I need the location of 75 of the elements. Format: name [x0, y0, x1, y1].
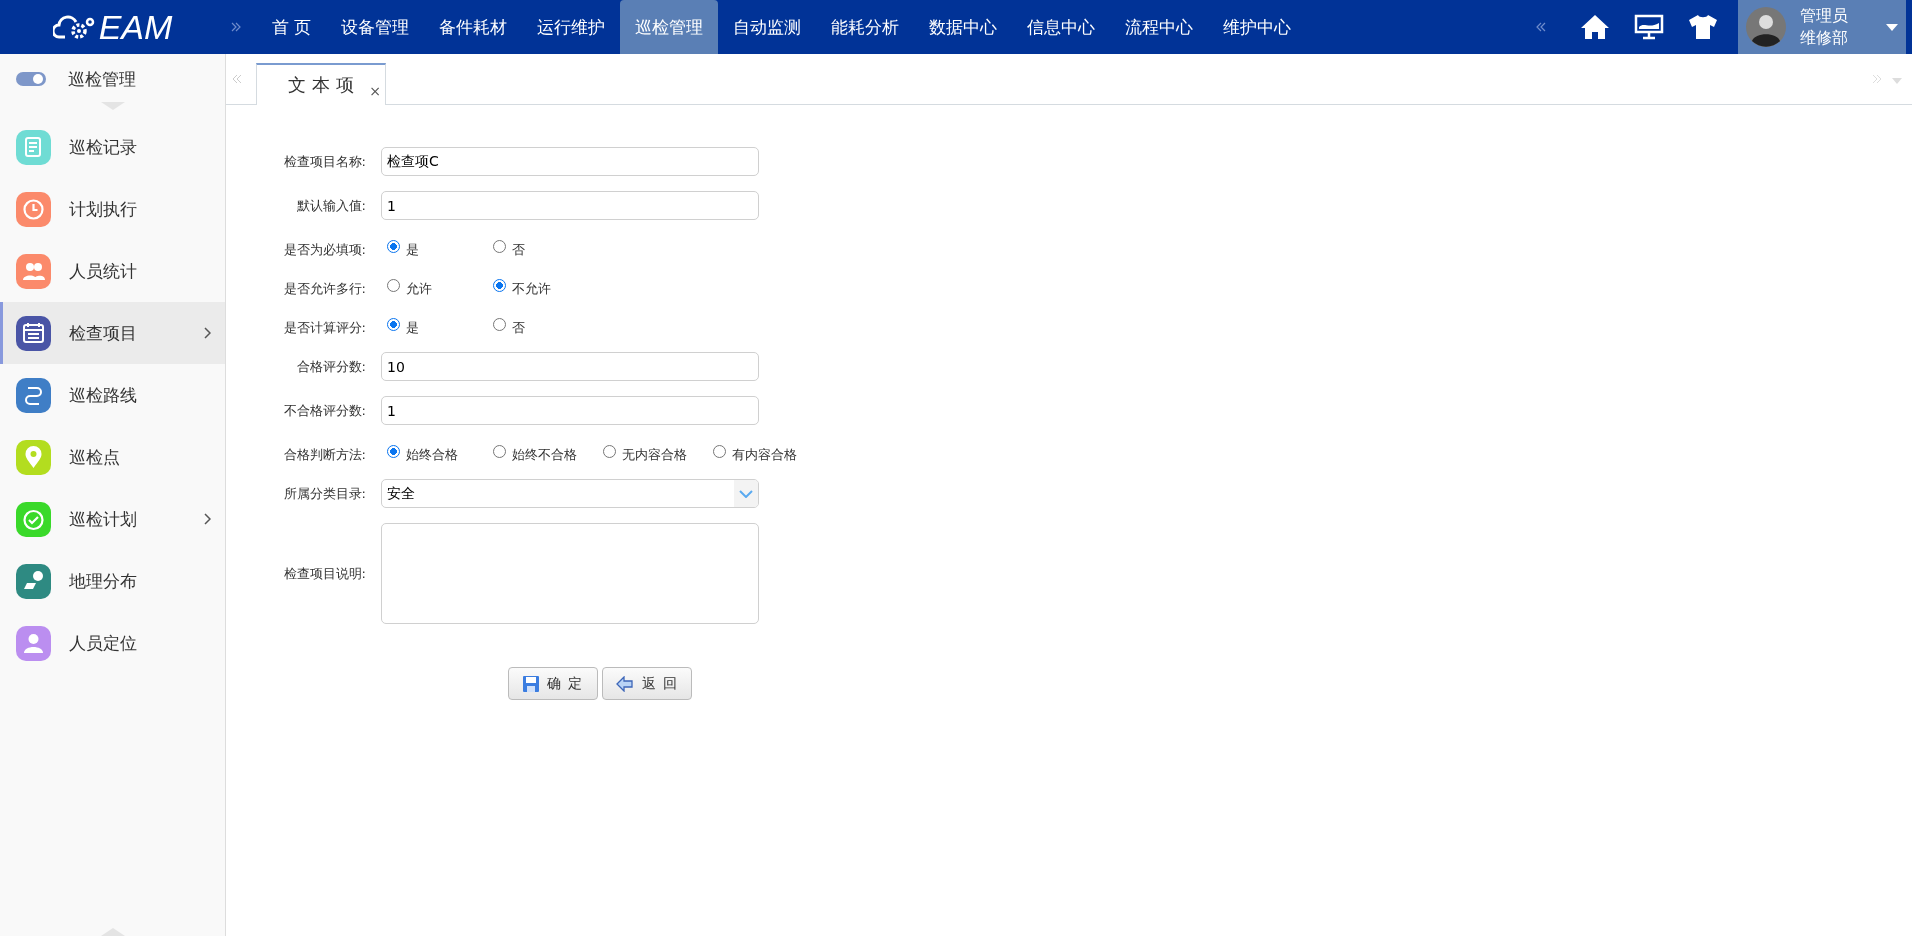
double-chevron-left-icon[interactable]	[1536, 22, 1546, 32]
dropdown-field[interactable]: 安全	[381, 479, 759, 508]
nav-menu-item[interactable]: 运行维护	[522, 0, 621, 54]
radio-button[interactable]	[387, 318, 400, 331]
radio-button[interactable]	[387, 445, 400, 458]
sidebar-item[interactable]: 巡检记录	[0, 116, 225, 178]
nav-menu-item[interactable]: 能耗分析	[816, 0, 915, 54]
sidebar-item[interactable]: 巡检点	[0, 426, 225, 488]
sidebar-item[interactable]: 人员统计	[0, 240, 225, 302]
nav-menu-item[interactable]: 备件耗材	[424, 0, 523, 54]
logo-text: EAM	[98, 7, 173, 47]
chevron-down-icon	[739, 489, 753, 498]
sidebar-item[interactable]: 地理分布	[0, 550, 225, 612]
radio-button[interactable]	[387, 240, 400, 253]
monitor-icon[interactable]	[1634, 14, 1664, 40]
confirm-button[interactable]: 确 定	[508, 667, 598, 700]
radio-button[interactable]	[493, 318, 506, 331]
sidebar-item[interactable]: 计划执行	[0, 178, 225, 240]
radio-button[interactable]	[713, 445, 726, 458]
radio-label: 是	[406, 240, 419, 259]
field-label: 是否允许多行:	[282, 279, 366, 298]
sidebar-item[interactable]: 人员定位	[0, 612, 225, 674]
text-field[interactable]: 1	[381, 396, 759, 425]
caret-down-icon	[1886, 23, 1898, 31]
arrow-left-icon	[616, 675, 635, 692]
sidebar-title: 巡检管理	[68, 67, 136, 91]
sidebar-item[interactable]: 巡检路线	[0, 364, 225, 426]
close-icon[interactable]: ×	[369, 83, 381, 99]
radio-label: 无内容合格	[622, 445, 687, 464]
radio-button[interactable]	[387, 279, 400, 292]
avatar	[1746, 7, 1786, 47]
radio-label: 始终合格	[406, 445, 458, 464]
back-button[interactable]: 返 回	[602, 667, 692, 700]
t-shirt-icon[interactable]	[1688, 14, 1718, 40]
text-field[interactable]: 10	[381, 352, 759, 381]
user-department: 维修部	[1800, 27, 1849, 49]
radio-label: 允许	[406, 279, 432, 298]
radio-label: 始终不合格	[512, 445, 577, 464]
radio-label: 否	[512, 240, 525, 259]
toggle-switch-icon[interactable]	[16, 72, 46, 86]
text-field[interactable]: 检查项C	[381, 147, 759, 176]
radio-button[interactable]	[603, 445, 616, 458]
field-label: 合格判断方法:	[282, 445, 366, 464]
radio-button[interactable]	[493, 445, 506, 458]
nav-menu-item[interactable]: 巡检管理	[620, 0, 719, 54]
double-chevron-right-icon[interactable]	[231, 22, 241, 32]
radio-button[interactable]	[493, 279, 506, 292]
field-label: 不合格评分数:	[282, 401, 366, 420]
nav-menu-item[interactable]: 设备管理	[326, 0, 425, 54]
nav-menu-item[interactable]: 流程中心	[1110, 0, 1209, 54]
field-label: 检查项目说明:	[282, 564, 366, 583]
user-name: 管理员	[1800, 5, 1849, 27]
sidebar-item[interactable]: 巡检计划	[0, 488, 225, 550]
field-label: 合格评分数:	[295, 357, 366, 376]
text-field[interactable]: 1	[381, 191, 759, 220]
nav-menu-item[interactable]: 信息中心	[1012, 0, 1111, 54]
nav-menu-item[interactable]: 维护中心	[1208, 0, 1307, 54]
radio-label: 不允许	[512, 279, 551, 298]
nav-menu-item[interactable]: 自动监测	[718, 0, 817, 54]
user-panel[interactable]: 管理员 维修部	[1738, 0, 1906, 54]
cloud-gear-icon	[52, 13, 95, 41]
tab[interactable]: 文 本 项 ×	[256, 63, 386, 105]
sidebar-item[interactable]: 检查项目	[0, 302, 225, 364]
nav-menu-item[interactable]: 首 页	[257, 0, 327, 54]
home-icon[interactable]	[1580, 14, 1610, 40]
field-label: 是否为必填项:	[282, 240, 366, 259]
field-label: 是否计算评分:	[282, 318, 366, 337]
radio-button[interactable]	[493, 240, 506, 253]
nav-menu-item[interactable]: 数据中心	[914, 0, 1013, 54]
field-label: 检查项目名称:	[282, 152, 366, 171]
radio-label: 否	[512, 318, 525, 337]
radio-label: 有内容合格	[732, 445, 797, 464]
field-label: 默认输入值:	[295, 196, 366, 215]
field-label: 所属分类目录:	[282, 484, 366, 503]
radio-label: 是	[406, 318, 419, 337]
